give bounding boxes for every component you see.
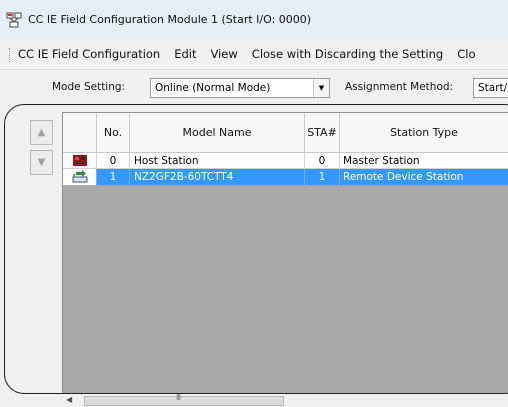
title-bar: CC IE Field Configuration Module 1 (Star… [0,0,508,40]
triangle-down-icon: ▼ [37,157,46,168]
table-row[interactable]: 1 NZ2GF2B-60TCTT4 1 Remote Device Statio… [63,169,508,185]
scrollbar-thumb[interactable] [84,396,284,406]
column-header-station-type[interactable]: Station Type [340,113,508,153]
mode-setting-select[interactable]: Online (Normal Mode) ▼ [150,78,330,98]
mode-setting-value: Online (Normal Mode) [155,82,271,94]
station-number: 1 [305,169,340,185]
triangle-up-icon: ▲ [37,127,46,138]
scrollbar-grip: III [176,393,181,402]
scroll-left-icon[interactable]: ◀ [66,395,72,404]
station-type: Remote Device Station [340,169,508,185]
model-name: Host Station [130,153,305,169]
station-type: Master Station [340,153,508,169]
menu-grip [9,48,11,62]
station-no: 1 [97,169,130,185]
mode-setting-label: Mode Setting: [52,81,126,93]
menu-close-truncated[interactable]: Clo [457,47,475,61]
table-row[interactable]: 0 Host Station 0 Master Station [63,153,508,169]
assignment-method-value: Start/ [478,82,508,94]
menu-cc-ie-field-configuration[interactable]: CC IE Field Configuration [18,47,160,61]
window-title: CC IE Field Configuration Module 1 (Star… [28,13,312,26]
model-name: NZ2GF2B-60TCTT4 [130,169,305,185]
column-header-no[interactable]: No. [97,113,130,153]
settings-toolbar: Mode Setting: Online (Normal Mode) ▼ Ass… [0,70,508,104]
menu-edit[interactable]: Edit [174,47,196,61]
row-navigation: ▲ ▼ [24,110,64,395]
move-up-button[interactable]: ▲ [30,120,53,145]
station-number: 0 [305,153,340,169]
assignment-method-select[interactable]: Start/ [473,78,508,98]
column-header-sta[interactable]: STA# [305,113,340,153]
horizontal-scrollbar[interactable]: ◀ III [62,393,508,407]
column-header-model-name[interactable]: Model Name [130,113,305,153]
station-icon-cell [63,169,97,185]
icon-column-header [63,113,97,153]
menu-close-discarding[interactable]: Close with Discarding the Setting [252,47,443,61]
network-config-icon [6,12,22,28]
master-station-icon [72,155,87,166]
station-icon-cell [63,153,97,169]
remote-device-icon [72,170,87,183]
move-down-button[interactable]: ▼ [30,150,53,175]
menu-bar: CC IE Field Configuration Edit View Clos… [0,40,508,70]
station-table: No. Model Name STA# Station Type 0 Host … [62,112,508,395]
menu-view[interactable]: View [211,47,238,61]
assignment-method-label: Assignment Method: [345,81,454,93]
chevron-down-icon[interactable]: ▼ [313,79,329,97]
station-no: 0 [97,153,130,169]
